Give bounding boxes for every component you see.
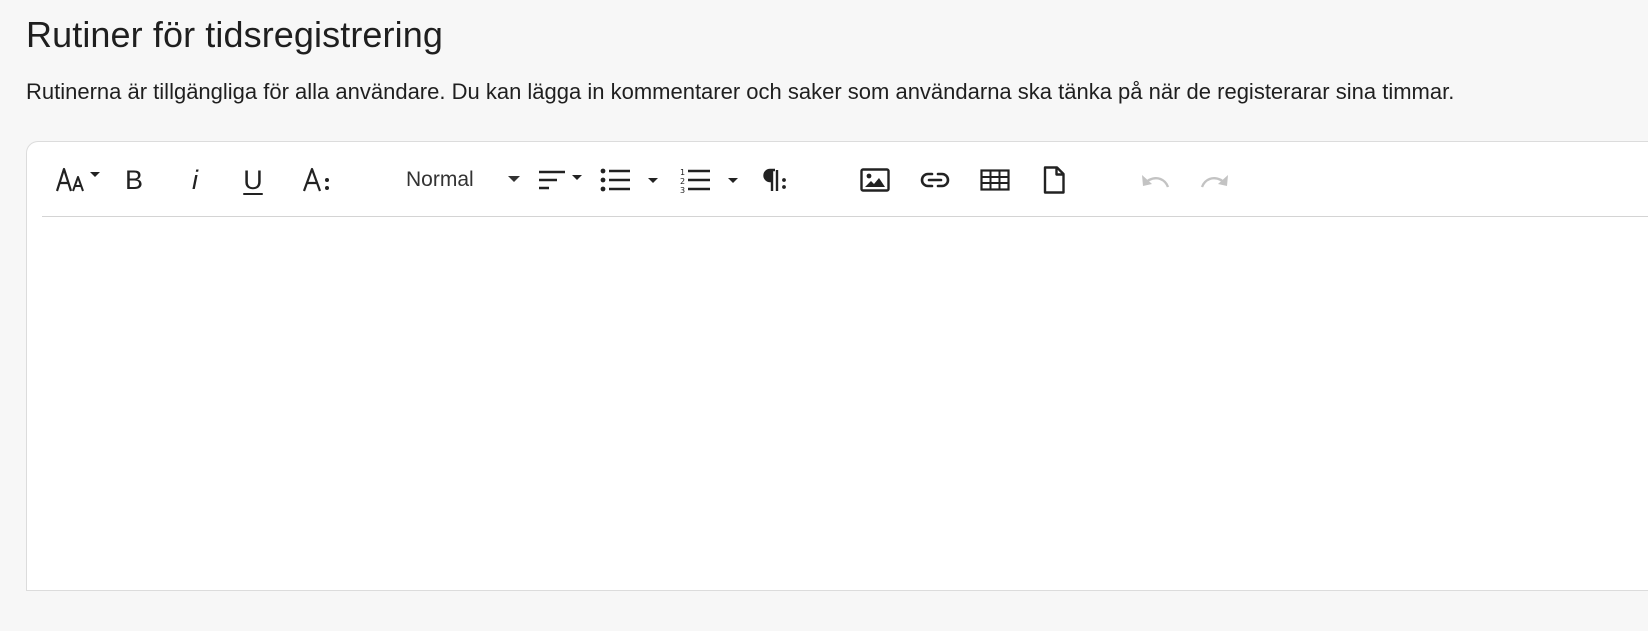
editor-content-area[interactable]: [42, 217, 1648, 590]
table-icon: [980, 169, 1010, 191]
chevron-down-icon: [90, 172, 100, 177]
chevron-down-icon: [648, 177, 658, 183]
paragraph-icon: [763, 168, 786, 191]
font-size-glyph: [56, 167, 84, 192]
ordered-list-button[interactable]: 1 2 3: [680, 163, 744, 197]
italic-icon: i: [192, 165, 198, 195]
redo-button[interactable]: [1198, 163, 1232, 197]
unordered-list-button[interactable]: [600, 163, 664, 197]
svg-text:3: 3: [680, 186, 685, 193]
editor-toolbar: B i U Normal 1 2 3: [42, 142, 1648, 217]
underline-button[interactable]: U: [238, 163, 268, 197]
chevron-down-icon: [508, 176, 520, 182]
ordered-list-icon: 1 2 3: [680, 168, 710, 193]
font-size-icon: [56, 167, 100, 193]
paragraph-format-select[interactable]: Normal: [390, 163, 520, 197]
bold-button[interactable]: B: [120, 163, 148, 197]
undo-button[interactable]: [1138, 163, 1172, 197]
bold-icon: B: [124, 165, 143, 195]
align-button[interactable]: [536, 163, 584, 197]
svg-text:2: 2: [680, 177, 685, 186]
insert-link-button[interactable]: [918, 163, 952, 197]
page-title: Rutiner för tidsregistrering: [26, 14, 443, 55]
file-icon: [1043, 166, 1065, 194]
paragraph-format-value: Normal: [406, 168, 474, 191]
underline-icon: U: [243, 165, 263, 195]
paragraph-style-button[interactable]: [760, 163, 790, 197]
insert-image-button[interactable]: [858, 163, 892, 197]
rich-text-editor: B i U Normal 1 2 3: [26, 141, 1648, 591]
undo-icon: [1142, 175, 1170, 188]
text-color-icon: [303, 167, 329, 192]
image-icon: [860, 168, 890, 192]
insert-file-button[interactable]: [1040, 163, 1068, 197]
unordered-list-icon: [600, 168, 630, 192]
insert-table-button[interactable]: [978, 163, 1012, 197]
italic-button[interactable]: i: [182, 163, 208, 197]
font-size-button[interactable]: [54, 163, 102, 197]
chevron-down-icon: [572, 174, 582, 180]
link-icon: [920, 172, 950, 188]
svg-text:1: 1: [680, 168, 685, 177]
page-description: Rutinerna är tillgängliga för alla använ…: [26, 79, 1455, 104]
align-icon: [539, 170, 565, 190]
text-color-button[interactable]: [300, 163, 336, 197]
chevron-down-icon: [728, 177, 738, 183]
redo-icon: [1200, 175, 1228, 188]
